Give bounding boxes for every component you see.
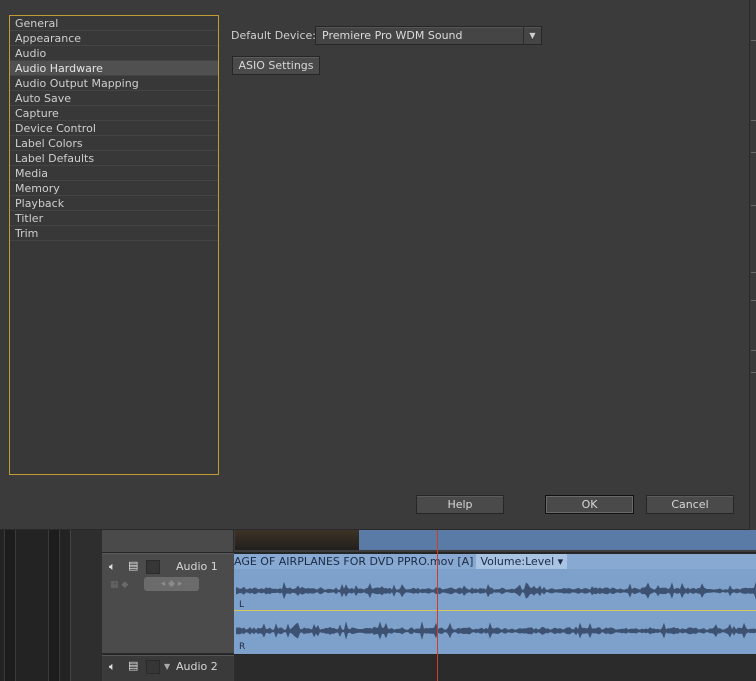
keyframe-navigator[interactable]: ◂ ◆ ▸: [144, 577, 199, 591]
category-item[interactable]: Capture: [10, 106, 218, 121]
category-item[interactable]: Playback: [10, 196, 218, 211]
default-device-label: Default Device:: [231, 29, 317, 42]
volume-rubber-band[interactable]: [234, 610, 756, 611]
preferences-dialog: General Appearance Audio Audio Hardware Audi…: [0, 0, 750, 530]
audio2-track-header: 🔈︎ ▤ ▼ Audio 2: [102, 655, 234, 681]
collapse-triangle-icon[interactable]: ▼: [164, 662, 170, 671]
category-item[interactable]: Audio Hardware: [10, 61, 218, 76]
keyframe-icon[interactable]: ▦ ◆: [110, 580, 128, 590]
chevron-down-icon[interactable]: ▼: [523, 27, 541, 44]
timeline-left-panel: [0, 530, 70, 681]
track-lock-toggle[interactable]: [146, 560, 160, 574]
category-item[interactable]: Trim: [10, 226, 218, 241]
audio-clip-title-bar[interactable]: AGE OF AIRPLANES FOR DVD PPRO.mov [A] Vol…: [234, 554, 756, 569]
category-item[interactable]: Memory: [10, 181, 218, 196]
sync-lock-icon[interactable]: ▤: [128, 659, 138, 672]
sync-lock-icon[interactable]: ▤: [128, 559, 138, 572]
cancel-button[interactable]: Cancel: [646, 495, 734, 514]
timeline-track-gutter: [70, 530, 102, 681]
audio2-track-label: Audio 2: [176, 660, 218, 673]
category-item[interactable]: Audio: [10, 46, 218, 61]
waveform-left: [236, 581, 756, 600]
audio2-track: [234, 655, 756, 681]
audio1-track-header: 🔈︎ ▤ Audio 1 ▦ ◆: [102, 553, 234, 654]
category-item[interactable]: Titler: [10, 211, 218, 226]
category-item[interactable]: Media: [10, 166, 218, 181]
video-clip-thumbnail[interactable]: [235, 530, 359, 550]
category-item[interactable]: Auto Save: [10, 91, 218, 106]
preferences-category-list: General Appearance Audio Audio Hardware Audi…: [9, 15, 219, 475]
category-item[interactable]: Label Defaults: [10, 151, 218, 166]
category-item[interactable]: General: [10, 16, 218, 31]
volume-level-label: Volume:Level: [480, 555, 555, 568]
category-item[interactable]: Appearance: [10, 31, 218, 46]
ok-button[interactable]: OK: [545, 495, 634, 514]
playhead-line[interactable]: [437, 530, 438, 681]
help-button[interactable]: Help: [416, 495, 504, 514]
channel-left-label: L: [239, 600, 245, 610]
audio1-track-label: Audio 1: [176, 560, 218, 573]
asio-settings-button[interactable]: ASIO Settings: [232, 56, 320, 75]
category-item[interactable]: Device Control: [10, 121, 218, 136]
track-lock-toggle[interactable]: [146, 660, 160, 674]
speaker-icon[interactable]: 🔈︎: [109, 560, 116, 574]
video-track-header: [102, 530, 234, 552]
default-device-select[interactable]: Premiere Pro WDM Sound ▼: [315, 26, 542, 45]
background-window-edge: [750, 0, 756, 530]
category-item[interactable]: Audio Output Mapping: [10, 76, 218, 91]
waveform-right: [236, 621, 756, 640]
default-device-value: Premiere Pro WDM Sound: [322, 29, 463, 42]
speaker-icon[interactable]: 🔈︎: [109, 660, 116, 674]
channel-right-label: R: [239, 642, 246, 652]
video-clip[interactable]: [359, 530, 756, 550]
volume-level-dropdown[interactable]: Volume:Level ▾: [476, 554, 568, 569]
category-item[interactable]: Label Colors: [10, 136, 218, 151]
